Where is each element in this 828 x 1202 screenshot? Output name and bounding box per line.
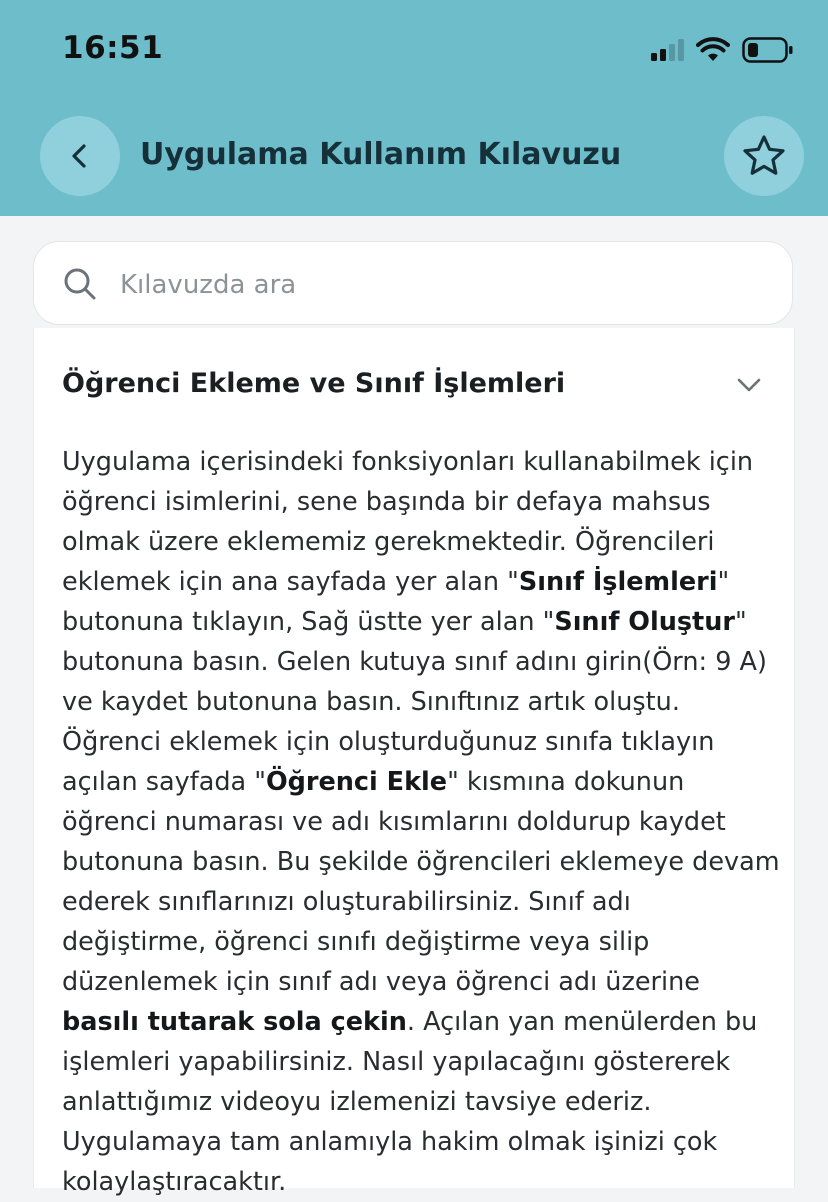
- body-bold-segment: Sınıf İşlemleri: [518, 567, 718, 597]
- app-header: 16:51 Uygulama Kullanım Kılavuzu: [0, 0, 828, 216]
- status-icons: [651, 36, 794, 64]
- page-title: Uygulama Kullanım Kılavuzu: [140, 137, 622, 172]
- body-bold-segment: Sınıf Oluştur: [554, 607, 735, 637]
- body-bold-segment: Öğrenci Ekle: [265, 767, 448, 797]
- wifi-icon: [696, 37, 730, 61]
- section-title[interactable]: Öğrenci Ekleme ve Sınıf İşlemleri: [62, 368, 565, 399]
- star-icon: [743, 135, 785, 175]
- search-box[interactable]: [33, 241, 793, 325]
- status-time: 16:51: [62, 30, 164, 66]
- body-bold-segment: basılı tutarak sola çekin: [62, 1007, 407, 1037]
- section-body-text: Uygulama içerisindeki fonksiyonları kull…: [62, 442, 782, 1202]
- search-input[interactable]: [118, 264, 762, 306]
- favorite-button[interactable]: [724, 116, 804, 196]
- guide-section-card: Öğrenci Ekleme ve Sınıf İşlemleri Uygula…: [33, 328, 795, 1197]
- signal-icon: [651, 39, 684, 61]
- body-text-segment: " kısmına dokunun öğrenci numarası ve ad…: [62, 767, 780, 997]
- back-button[interactable]: [40, 116, 120, 196]
- chevron-left-icon: [72, 144, 86, 168]
- search-icon: [64, 268, 96, 300]
- battery-icon: [742, 37, 793, 63]
- chevron-down-icon[interactable]: [735, 371, 763, 399]
